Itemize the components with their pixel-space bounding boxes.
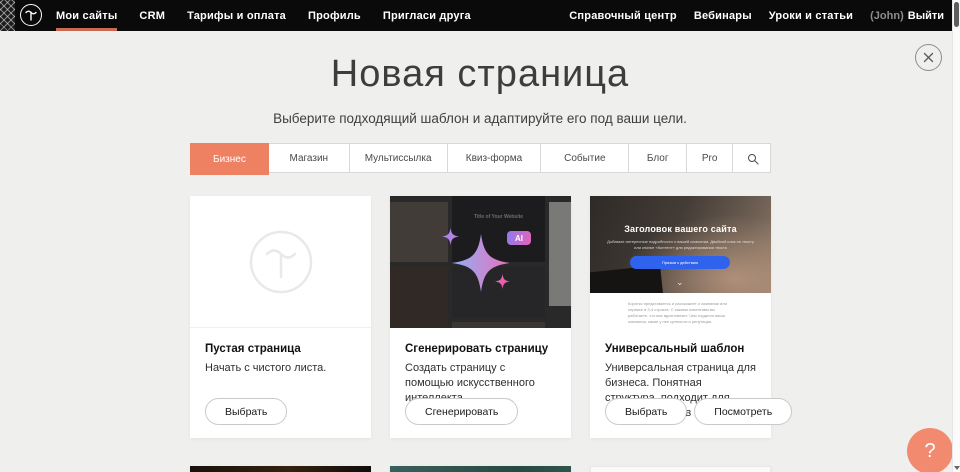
window-edge-pattern [0,0,15,31]
card-title: Пустая страница [205,343,356,355]
scrollbar-thumb[interactable] [954,2,959,27]
tilda-logo-icon [24,8,38,22]
preview-cta-button: Призыв к действию [630,256,730,269]
nav-webinars[interactable]: Вебинары [694,0,752,31]
nav-tariffs[interactable]: Тарифы и оплата [187,0,286,31]
preview-subtext: Добавьте интересные подробности о вашей … [605,239,756,251]
generate-button[interactable]: Сгенерировать [405,398,518,425]
preview-body-text: Коротко представьтесь и расскажите о ком… [628,301,736,325]
card-description: Начать с чистого листа. [205,361,356,376]
universal-template-preview: Заголовок вашего сайта Добавьте интересн… [590,196,771,328]
user-name: (John) [870,10,904,22]
tab-blog[interactable]: Блог [629,144,687,172]
preview-headline: Заголовок вашего сайта [590,224,771,234]
nav-help-center[interactable]: Справочный центр [569,0,677,31]
template-category-tabs: Бизнес Магазин Мультиссылка Квиз-форма С… [190,143,771,173]
small-sparkle-icon [442,228,459,245]
template-card-ai[interactable]: Title of Your Website AI [390,196,571,438]
preview-body-section: Коротко представьтесь и расскажите о ком… [590,293,771,328]
search-icon [748,154,756,162]
template-card-partial[interactable] [190,466,371,472]
nav-profile[interactable]: Профиль [308,0,361,31]
top-navbar: Мои сайты CRM Тарифы и оплата Профиль Пр… [0,0,960,31]
blank-template-preview [190,196,371,328]
tab-search[interactable] [733,144,770,172]
secondary-menu: Справочный центр Вебинары Уроки и статьи… [569,0,944,31]
nav-crm[interactable]: CRM [139,0,165,31]
nav-my-sites[interactable]: Мои сайты [56,0,117,31]
nav-lessons[interactable]: Уроки и статьи [769,0,853,31]
user-session: (John) Выйти [870,0,944,31]
nav-invite-friend[interactable]: Пригласи друга [383,0,471,31]
logout-link[interactable]: Выйти [908,10,944,22]
tab-business[interactable]: Бизнес [190,143,269,175]
template-card-partial[interactable] [390,466,571,472]
tab-shop[interactable]: Магазин [269,144,350,172]
tab-pro[interactable]: Pro [687,144,733,172]
preview-hero: Заголовок вашего сайта Добавьте интересн… [590,196,771,293]
page-title: Новая страница [0,53,960,96]
ai-template-preview: Title of Your Website AI [390,196,571,328]
page-subtitle: Выберите подходящий шаблон и адаптируйте… [0,111,960,126]
tab-quiz-form[interactable]: Квиз-форма [448,144,542,172]
template-card-blank[interactable]: Пустая страница Начать с чистого листа. … [190,196,371,438]
tab-event[interactable]: Событие [541,144,629,172]
scrollbar[interactable] [952,0,960,472]
choose-universal-button[interactable]: Выбрать [605,398,687,425]
tilda-watermark-icon [249,230,313,294]
scrollbar-down-arrow[interactable] [954,466,960,470]
main-menu: Мои сайты CRM Тарифы и оплата Профиль Пр… [56,0,471,31]
card-title: Универсальный шаблон [605,343,756,355]
small-sparkle-icon [495,274,510,289]
tab-multilink[interactable]: Мультиссылка [350,144,448,172]
app-window: Мои сайты CRM Тарифы и оплата Профиль Пр… [0,0,960,472]
laptop-shape [590,265,664,293]
template-card-universal[interactable]: Заголовок вашего сайта Добавьте интересн… [590,196,771,438]
ai-badge: AI [507,231,531,245]
preview-universal-button[interactable]: Посмотреть [694,398,792,425]
template-card-partial[interactable] [590,466,771,472]
chevron-down-icon: ⌄ [676,278,684,286]
help-button[interactable]: ? [907,428,953,472]
tilda-logo[interactable] [20,4,42,26]
choose-blank-button[interactable]: Выбрать [205,398,287,425]
card-title: Сгенерировать страницу [405,343,556,355]
